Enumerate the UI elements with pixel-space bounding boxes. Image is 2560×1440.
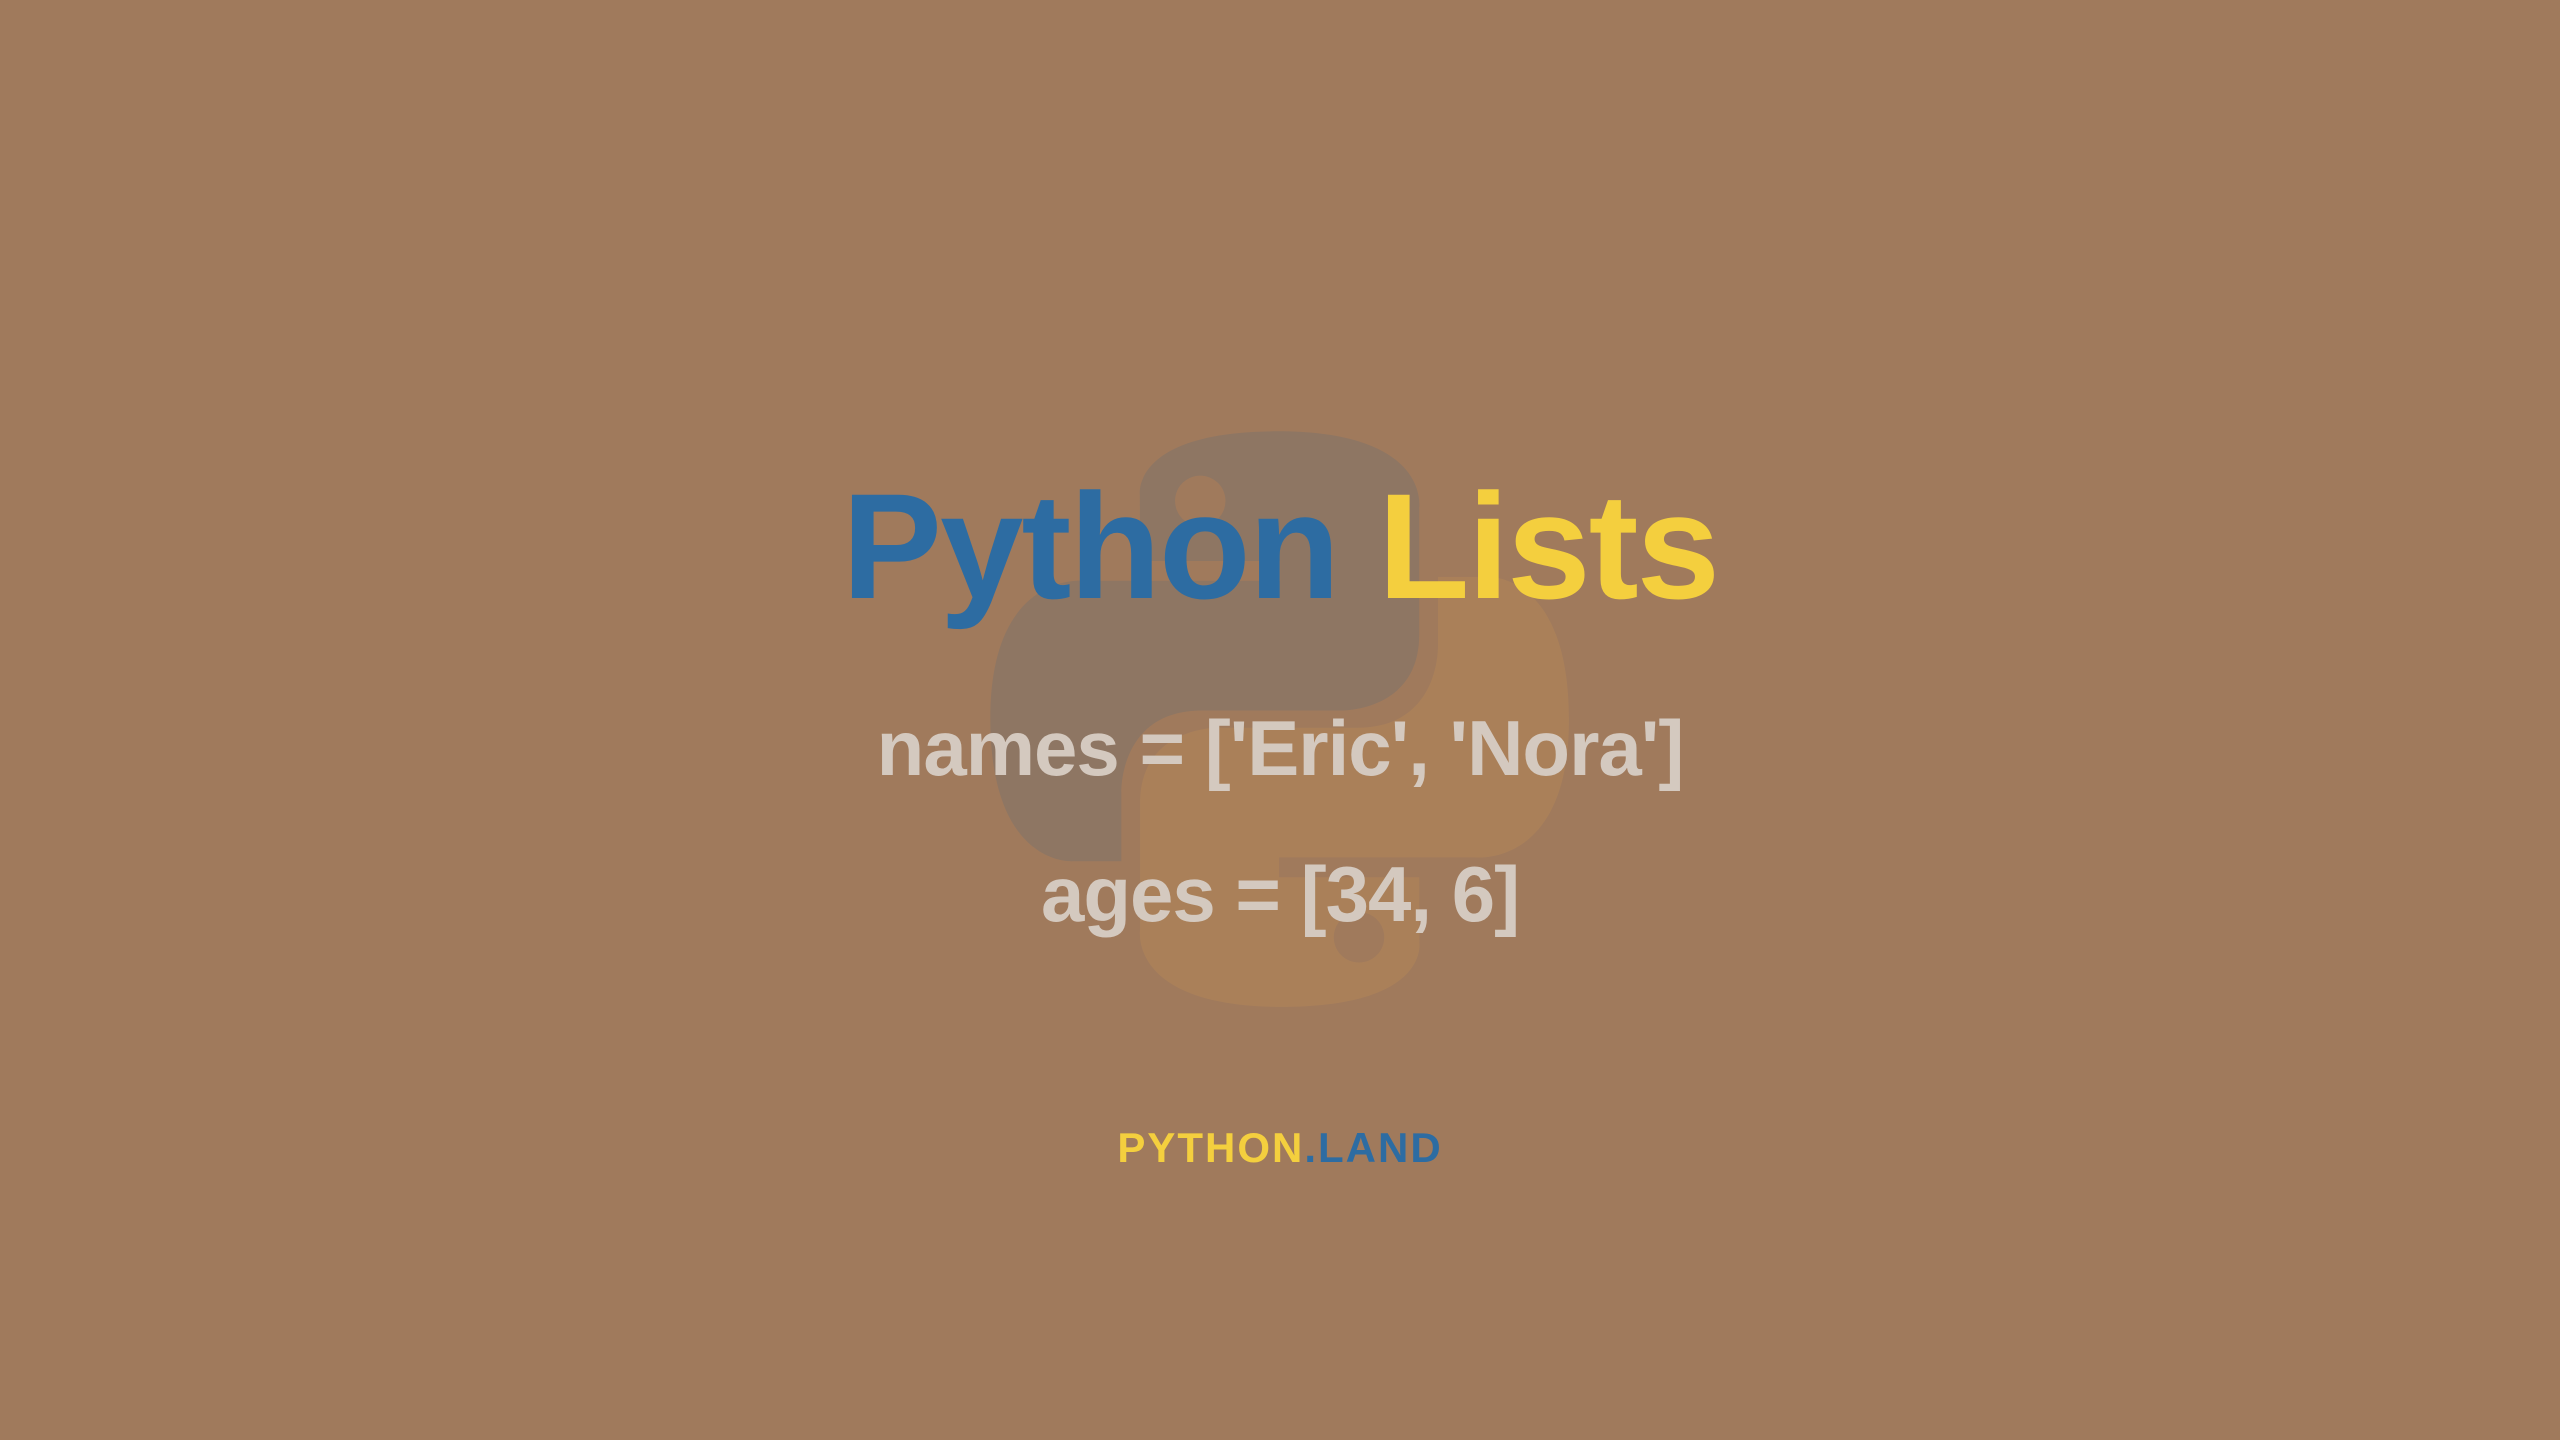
content-area: Python Lists names = ['Eric', 'Nora'] ag… (512, 500, 2048, 940)
title-word-lists: Lists (1378, 462, 1718, 630)
footer-python-text: PYTHON (1117, 1124, 1304, 1171)
code-example-2: ages = [34, 6] (1041, 849, 1519, 940)
footer-branding: PYTHON.LAND (1117, 1124, 1442, 1172)
title-word-python: Python (842, 462, 1338, 630)
code-example-1: names = ['Eric', 'Nora'] (877, 703, 1684, 794)
footer-land-text: LAND (1318, 1124, 1443, 1171)
main-title: Python Lists (842, 460, 1718, 633)
graphic-container: Python Lists names = ['Eric', 'Nora'] ag… (512, 208, 2048, 1232)
footer-dot: . (1304, 1124, 1318, 1171)
